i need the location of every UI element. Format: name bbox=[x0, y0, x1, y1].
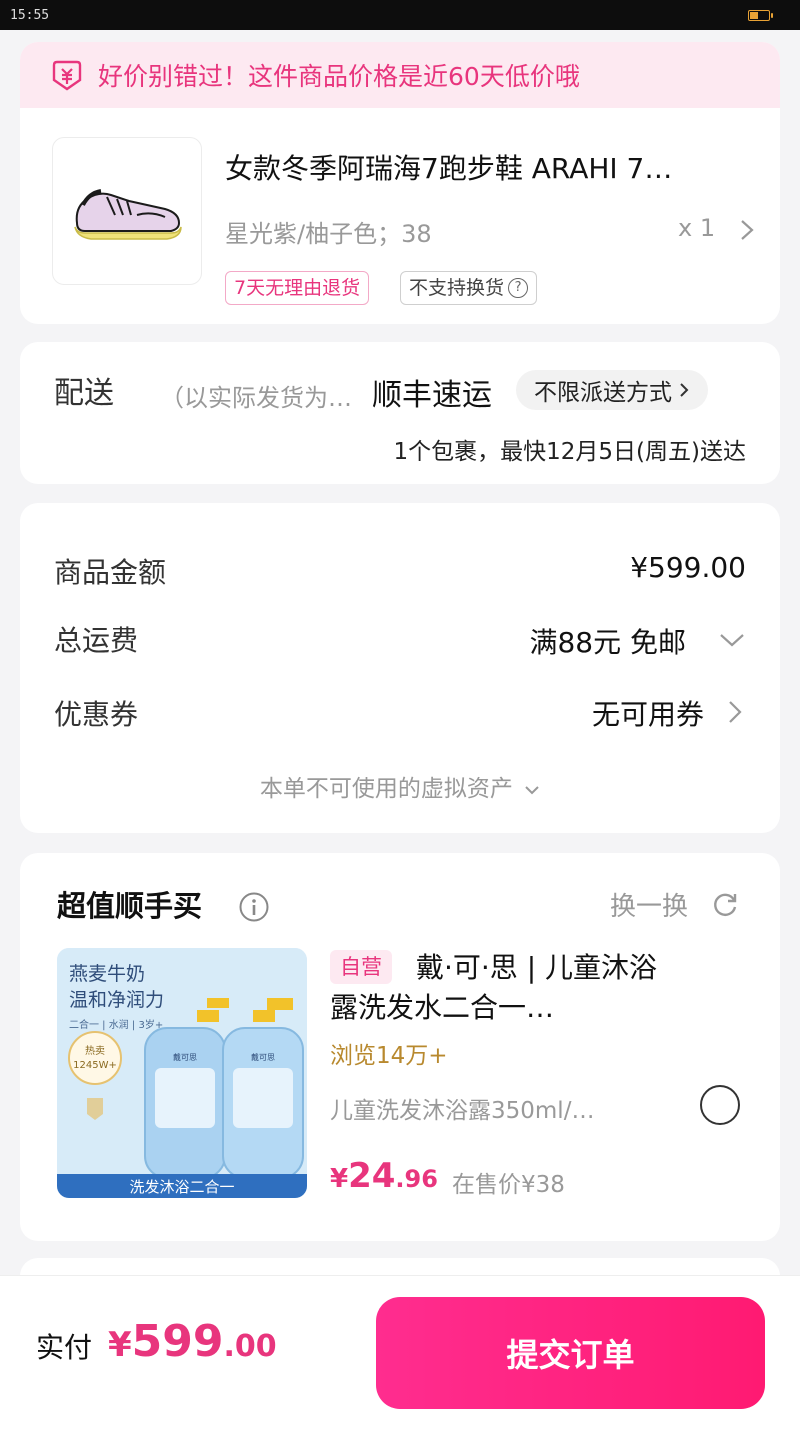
img-headline2: 温和净润力 bbox=[69, 989, 164, 1011]
exchange-tag-label: 不支持换货 bbox=[409, 277, 505, 299]
addon-purchase-card: 超值顺手买 换一换 燕麦牛奶 温和净润力 二合一 | 水润 | 3岁+ 热卖 1… bbox=[20, 853, 780, 1241]
goods-amount-label: 商品金额 bbox=[54, 556, 167, 589]
img-brand-2: 戴可思 bbox=[251, 1052, 275, 1062]
refresh-icon[interactable] bbox=[710, 890, 740, 920]
order-confirm-page: 好价别错过！这件商品价格是近60天低价哦 女款冬季阿瑞海7跑步鞋 ARAHI 7… bbox=[0, 30, 800, 1275]
self-operated-badge: 自营 bbox=[330, 950, 392, 984]
refresh-button[interactable]: 换一换 bbox=[610, 886, 688, 923]
product-spec[interactable]: 星光紫/柚子色；38 bbox=[225, 214, 432, 249]
delivery-eta: 1个包裹，最快12月5日(周五)送达 bbox=[393, 439, 746, 465]
virtual-assets-label: 本单不可使用的虚拟资产 bbox=[259, 776, 513, 802]
price-symbol: ¥ bbox=[330, 1164, 349, 1194]
delivery-method-label: 不限派送方式 bbox=[534, 380, 672, 406]
no-exchange-tag[interactable]: 不支持换货 ? bbox=[400, 271, 538, 305]
seven-day-return-tag: 7天无理由退货 bbox=[225, 271, 370, 305]
pay-integer: 599 bbox=[131, 1316, 224, 1367]
img-brand-1: 戴可思 bbox=[173, 1052, 197, 1062]
question-icon[interactable]: ? bbox=[508, 278, 529, 298]
status-bar: 15:55 bbox=[0, 0, 800, 30]
pay-amount: ¥599.00 bbox=[108, 1316, 277, 1367]
price-integer: 24 bbox=[348, 1156, 396, 1196]
shipping-fee-label: 总运费 bbox=[54, 624, 139, 657]
next-card bbox=[20, 1258, 780, 1275]
goods-amount-value: ¥599.00 bbox=[630, 551, 746, 584]
submit-order-button[interactable]: 提交订单 bbox=[376, 1297, 765, 1409]
running-shoe-image bbox=[74, 189, 182, 240]
product-title[interactable]: 女款冬季阿瑞海7跑步鞋 ARAHI 7… bbox=[225, 147, 745, 187]
img-bottom-banner: 洗发沐浴二合一 bbox=[129, 1178, 234, 1196]
delivery-carrier: 顺丰速运 bbox=[372, 378, 492, 413]
addon-spec[interactable]: 儿童洗发沐浴露350ml/… bbox=[330, 1091, 648, 1125]
chevron-right-icon[interactable] bbox=[738, 218, 756, 242]
battery-icon bbox=[748, 9, 773, 21]
addon-section-title: 超值顺手买 bbox=[57, 889, 203, 923]
pay-decimal: .00 bbox=[223, 1329, 277, 1364]
img-headline1: 燕麦牛奶 bbox=[69, 963, 145, 985]
product-thumbnail[interactable] bbox=[52, 137, 202, 285]
delivery-note: （以实际发货为… bbox=[160, 384, 352, 412]
addon-price: ¥24.96 bbox=[330, 1156, 438, 1196]
price-decimal: .96 bbox=[395, 1165, 438, 1193]
chevron-right-icon bbox=[680, 383, 689, 397]
addon-original-price: 在售价¥38 bbox=[452, 1172, 565, 1198]
chevron-right-icon[interactable] bbox=[726, 699, 744, 725]
img-sales-value: 1245W+ bbox=[73, 1060, 117, 1071]
delivery-method-button[interactable]: 不限派送方式 bbox=[516, 370, 708, 410]
shipping-fee-value[interactable]: 满88元 免邮 bbox=[529, 621, 686, 661]
virtual-assets-toggle[interactable]: 本单不可使用的虚拟资产 bbox=[20, 769, 780, 803]
delivery-label: 配送 bbox=[54, 376, 114, 411]
price-summary-card: 商品金额 ¥599.00 总运费 满88元 免邮 优惠券 无可用券 本单不可使用… bbox=[20, 503, 780, 833]
product-quantity: x 1 bbox=[678, 214, 716, 242]
addon-product-image[interactable]: 燕麦牛奶 温和净润力 二合一 | 水润 | 3岁+ 热卖 1245W+ 戴可思 … bbox=[57, 948, 307, 1198]
pay-label: 实付 bbox=[36, 1331, 93, 1364]
addon-select-radio[interactable] bbox=[700, 1085, 740, 1125]
chevron-down-icon bbox=[525, 786, 539, 795]
addon-views: 浏览14万+ bbox=[330, 1043, 448, 1069]
pay-symbol: ¥ bbox=[108, 1325, 132, 1365]
chevron-down-icon[interactable] bbox=[718, 631, 746, 649]
info-icon[interactable] bbox=[238, 891, 270, 923]
return-tag-label: 7天无理由退货 bbox=[234, 277, 361, 299]
img-sales-label: 热卖 bbox=[85, 1044, 105, 1057]
low-price-banner: 好价别错过！这件商品价格是近60天低价哦 bbox=[20, 42, 780, 108]
product-card: 好价别错过！这件商品价格是近60天低价哦 女款冬季阿瑞海7跑步鞋 ARAHI 7… bbox=[20, 42, 780, 324]
checkout-bar: 实付 ¥599.00 提交订单 bbox=[0, 1275, 800, 1430]
price-tag-icon bbox=[52, 60, 82, 91]
delivery-card: 配送 （以实际发货为… 顺丰速运 不限派送方式 1个包裹，最快12月5日(周五)… bbox=[20, 342, 780, 484]
banner-text: 好价别错过！这件商品价格是近60天低价哦 bbox=[98, 62, 580, 91]
coupon-value[interactable]: 无可用券 bbox=[592, 693, 704, 733]
body-wash-bottles-image: 燕麦牛奶 温和净润力 二合一 | 水润 | 3岁+ 热卖 1245W+ 戴可思 … bbox=[57, 948, 307, 1198]
coupon-label: 优惠券 bbox=[54, 698, 139, 731]
img-subline: 二合一 | 水润 | 3岁+ bbox=[69, 1018, 163, 1031]
status-time: 15:55 bbox=[10, 7, 50, 23]
